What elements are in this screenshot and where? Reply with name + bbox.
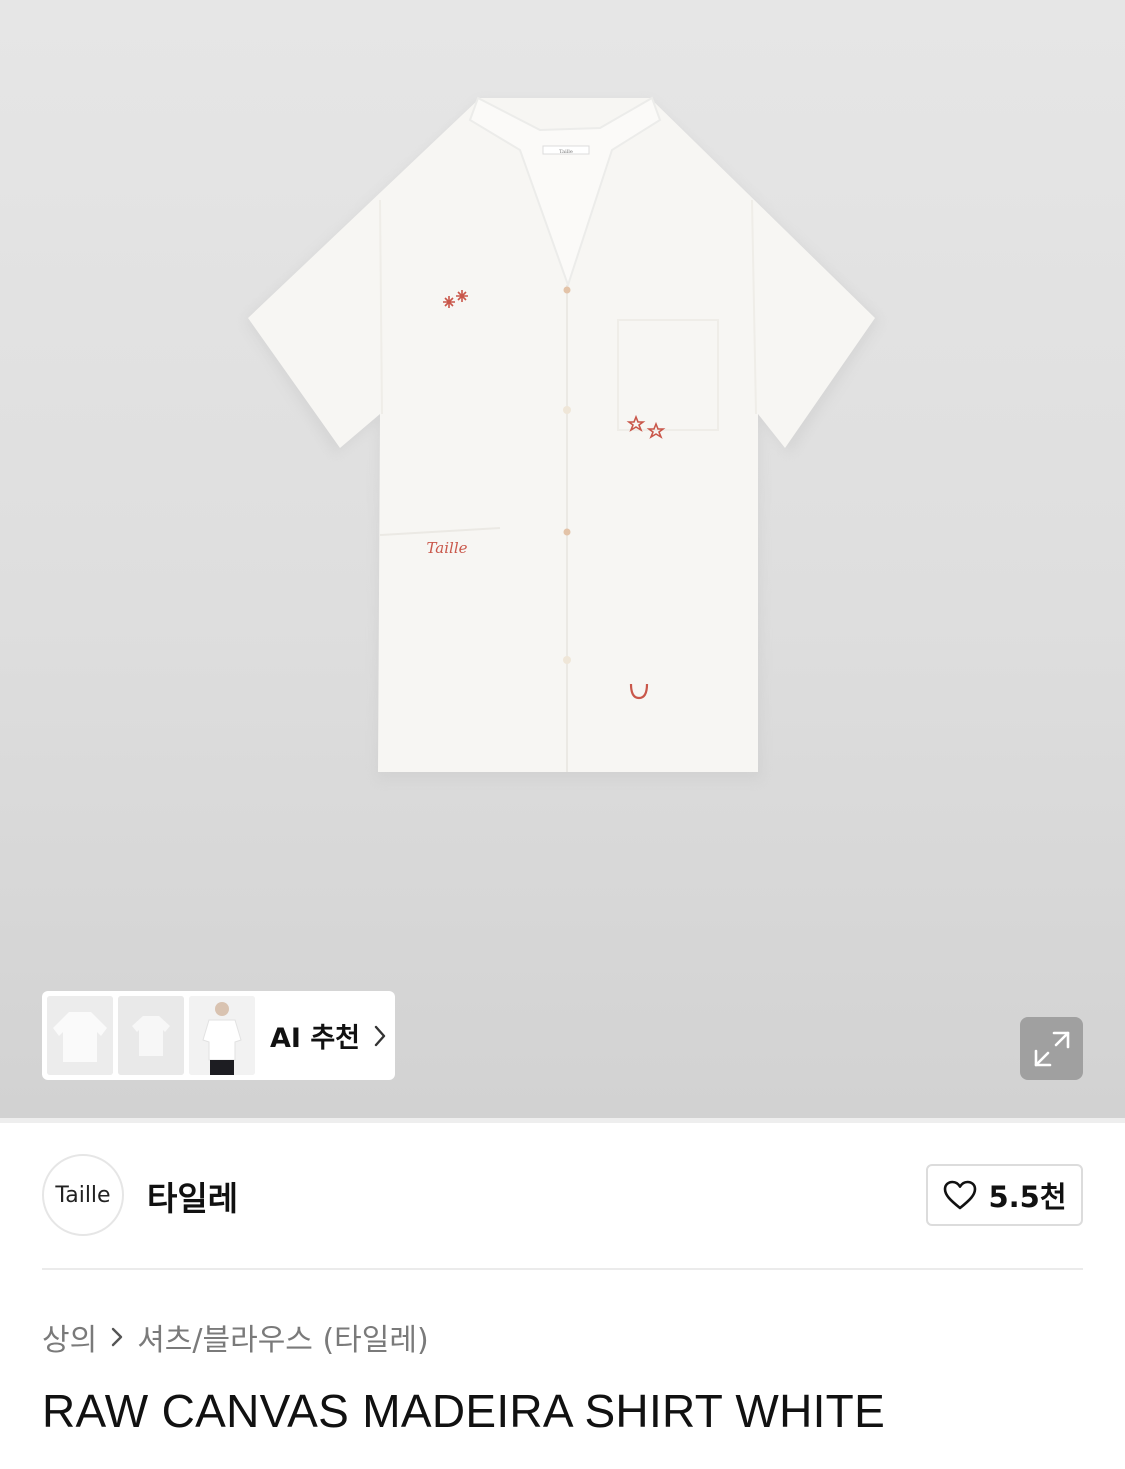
- brand-logo-text: Taille: [55, 1182, 111, 1208]
- chevron-right-icon: [111, 1326, 123, 1348]
- chevron-right-icon: [374, 1025, 386, 1046]
- ai-recommend-link[interactable]: AI 추천: [270, 1016, 386, 1055]
- breadcrumb: 상의 셔츠/블라우스 (타일레): [42, 1315, 429, 1359]
- thumbnail-shirt-folded[interactable]: [118, 996, 184, 1075]
- heart-icon: [944, 1180, 977, 1210]
- brand-name[interactable]: 타일레: [147, 1172, 238, 1220]
- like-button[interactable]: 5.5천: [926, 1164, 1083, 1226]
- breadcrumb-category[interactable]: 상의: [42, 1315, 97, 1359]
- product-image-gallery[interactable]: Taille Taille AI 추천: [0, 0, 1125, 1118]
- embroidered-brand-script: Taille: [426, 539, 467, 557]
- thumbnail-shirt-front-flat[interactable]: [47, 996, 113, 1075]
- thumbnail-strip: AI 추천: [42, 991, 395, 1080]
- product-title: RAW CANVAS MADEIRA SHIRT WHITE: [42, 1385, 886, 1437]
- thumbnail-model-wearing-shirt[interactable]: [189, 996, 255, 1075]
- hero-bottom-border: [0, 1118, 1125, 1123]
- brand-logo[interactable]: Taille: [42, 1154, 124, 1236]
- product-image[interactable]: Taille Taille: [230, 80, 900, 800]
- shirt-label-text: Taille: [559, 149, 573, 155]
- expand-icon: [1034, 1031, 1069, 1066]
- like-count: 5.5천: [988, 1180, 1067, 1214]
- ai-recommend-label: AI 추천: [270, 1023, 361, 1054]
- fullscreen-button[interactable]: [1020, 1017, 1083, 1080]
- section-divider: [42, 1268, 1083, 1270]
- breadcrumb-subcategory[interactable]: 셔츠/블라우스 (타일레): [137, 1315, 428, 1359]
